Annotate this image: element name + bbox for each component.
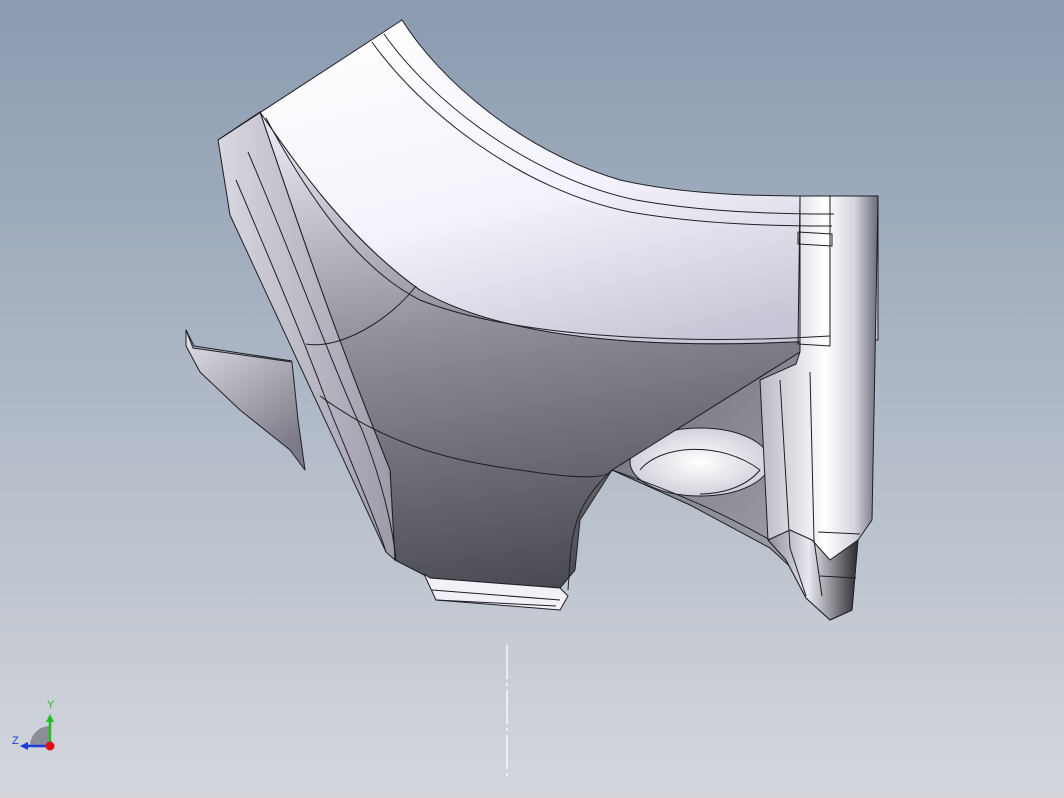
viewport-canvas[interactable] [0,0,1064,798]
triad-y-label: Y [47,699,55,711]
triad-z-label: Z [12,735,19,747]
triad-x-axis-dot-icon [45,741,55,751]
graphics-viewport[interactable]: Y Z [0,0,1064,798]
